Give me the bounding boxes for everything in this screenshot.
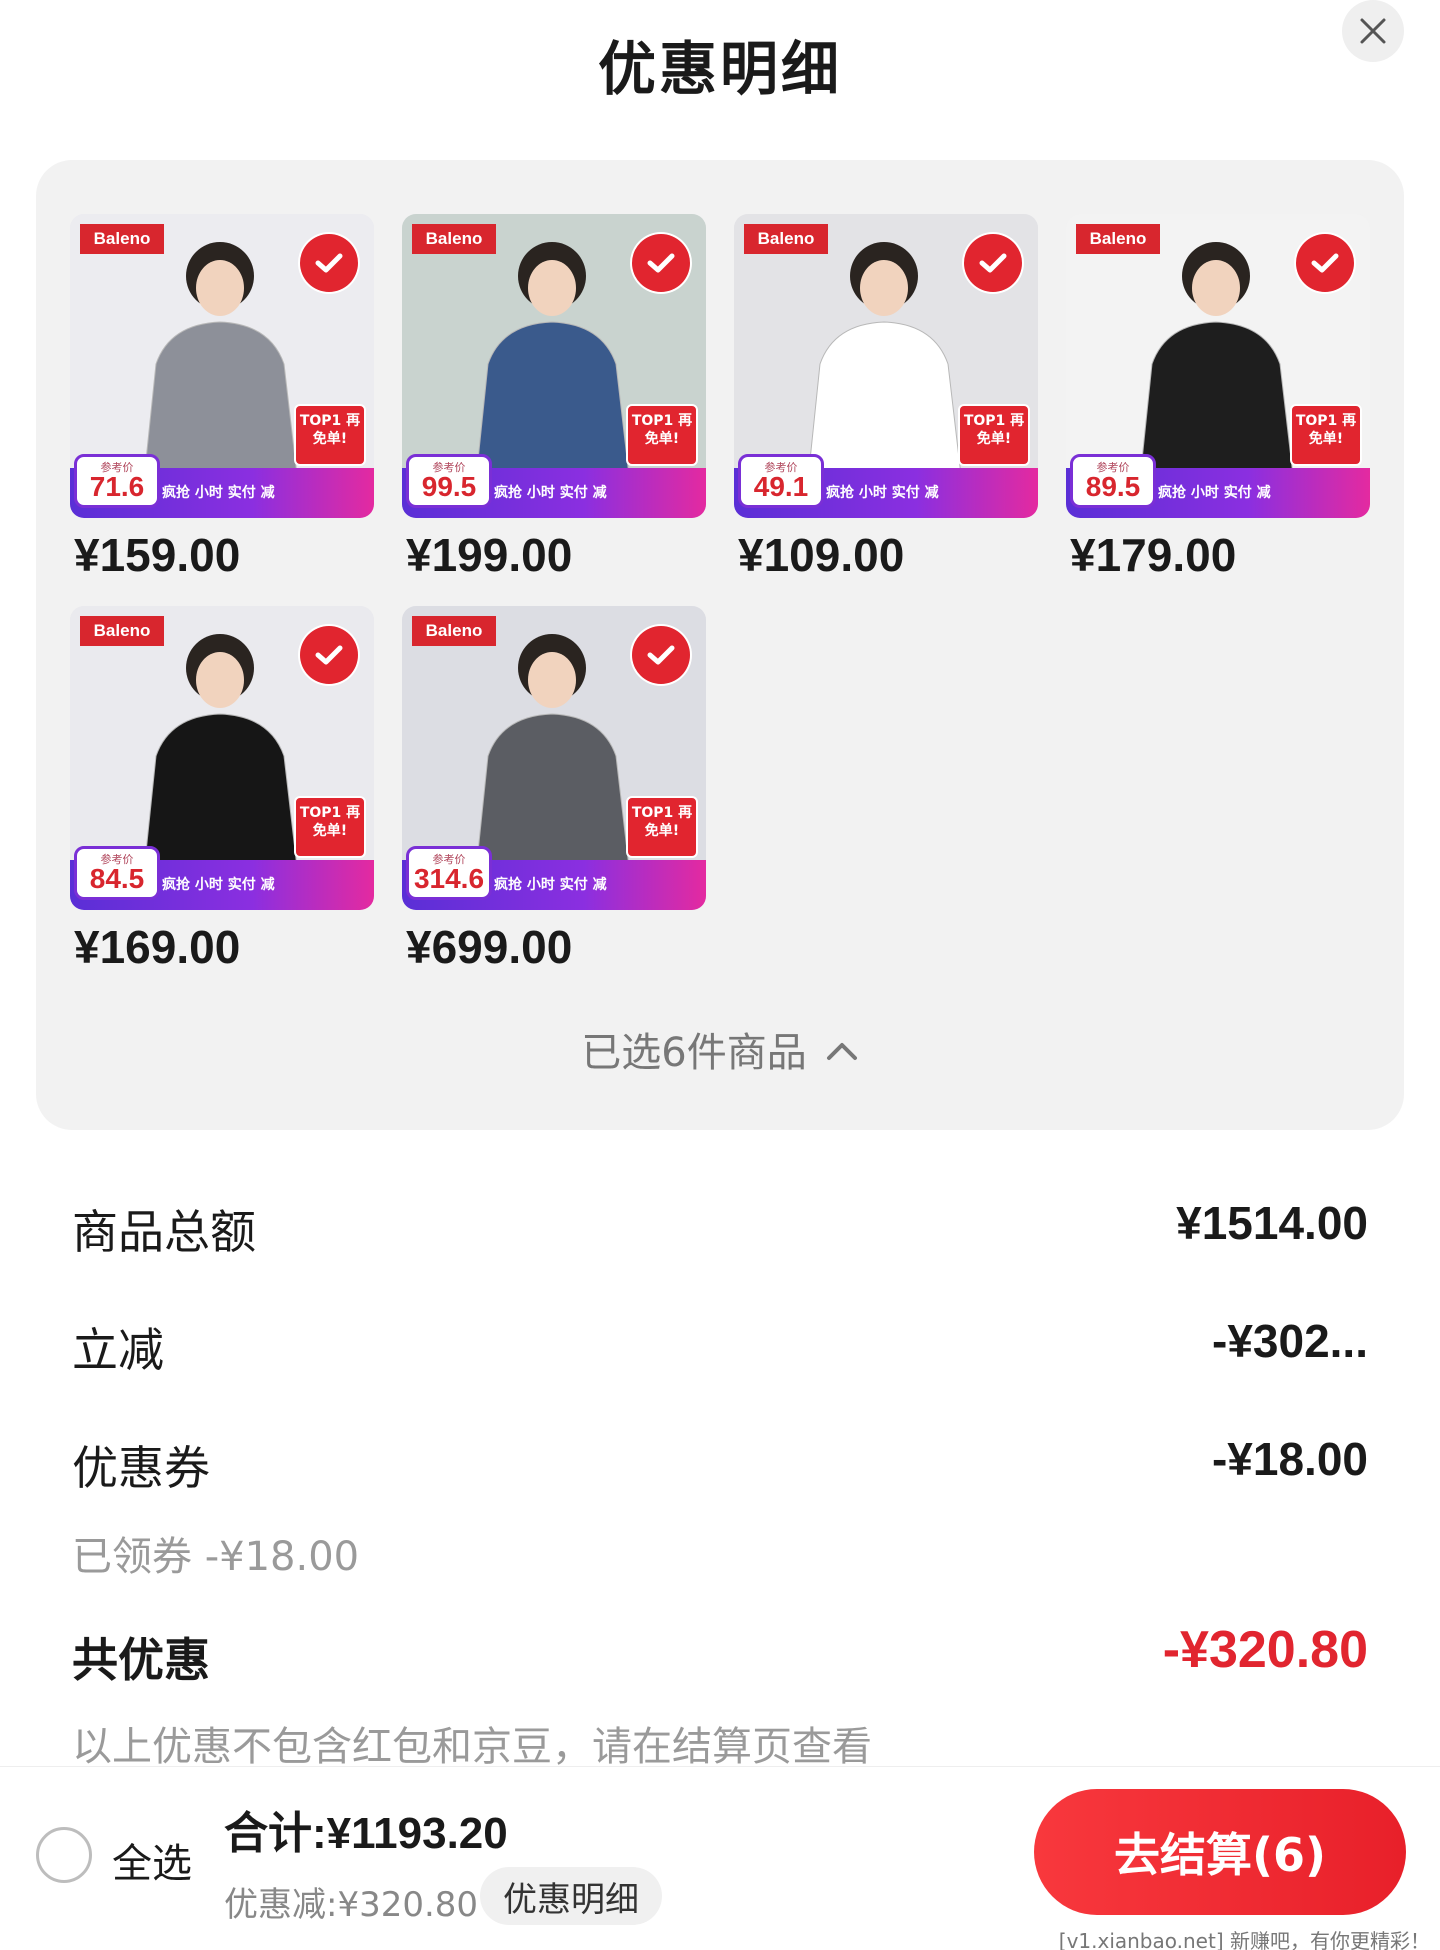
top-badge: TOP1 再免单!	[958, 404, 1030, 466]
product-card[interactable]: Baleno TOP1 再免单! 疯抢 小时 实付 减参考价 84.5 ¥169.00	[70, 606, 374, 976]
reference-price-value: 49.1	[753, 471, 809, 502]
selected-check-icon[interactable]	[632, 626, 690, 684]
goods-total-label: 商品总额	[72, 1205, 256, 1259]
brand-logo: Baleno	[1076, 224, 1160, 254]
select-all-label[interactable]: 全选	[112, 1831, 192, 1889]
coupon-note: 已领券 -¥18.00	[72, 1534, 360, 1580]
product-price: ¥169.00	[74, 921, 241, 973]
product-card[interactable]: Baleno TOP1 再免单! 疯抢 小时 实付 减参考价 49.1 ¥109.00	[734, 214, 1038, 584]
product-card[interactable]: Baleno TOP1 再免单! 疯抢 小时 实付 减参考价 71.6 ¥159.00	[70, 214, 374, 584]
brand-logo: Baleno	[412, 224, 496, 254]
reference-price-value: 89.5	[1085, 471, 1141, 502]
checkout-button[interactable]: 去结算(6)	[1034, 1789, 1406, 1915]
selected-count-toggle[interactable]: 已选6件商品	[36, 1020, 1404, 1078]
reference-price-value: 84.5	[89, 863, 145, 894]
brand-logo: Baleno	[80, 616, 164, 646]
selected-check-icon[interactable]	[1296, 234, 1354, 292]
product-card[interactable]: Baleno TOP1 再免单! 疯抢 小时 实付 减参考价 89.5 ¥179.00	[1066, 214, 1370, 584]
total-discount-label: 共优惠	[72, 1633, 210, 1687]
checkout-bar: 全选 合计:¥1193.20 优惠减:¥320.80 优惠明细 去结算(6) […	[0, 1766, 1440, 1950]
reference-price-value: 71.6	[89, 471, 145, 502]
top-badge: TOP1 再免单!	[294, 404, 366, 466]
coupon-label: 优惠券	[72, 1441, 210, 1495]
select-all-radio[interactable]	[36, 1827, 92, 1883]
product-price: ¥179.00	[1070, 529, 1237, 581]
goods-total-value: ¥1514.00	[1176, 1197, 1368, 1249]
reference-price: 参考价 314.6	[406, 846, 492, 900]
product-price: ¥699.00	[406, 921, 573, 973]
selected-check-icon[interactable]	[300, 626, 358, 684]
brand-logo: Baleno	[412, 616, 496, 646]
brand-logo: Baleno	[80, 224, 164, 254]
promo-text: 疯抢 小时 实付 减	[494, 485, 607, 501]
reference-price-value: 99.5	[421, 471, 477, 502]
reference-price-value: 314.6	[413, 863, 485, 894]
promo-text: 疯抢 小时 实付 减	[494, 877, 607, 893]
promo-text: 疯抢 小时 实付 减	[1158, 485, 1271, 501]
page-title: 优惠明细	[597, 35, 842, 103]
chevron-up-icon	[826, 1043, 857, 1060]
product-price: ¥159.00	[74, 529, 241, 581]
product-image[interactable]: Baleno TOP1 再免单! 疯抢 小时 实付 减参考价 314.6	[402, 606, 706, 910]
top-badge: TOP1 再免单!	[626, 404, 698, 466]
product-image[interactable]: Baleno TOP1 再免单! 疯抢 小时 实付 减参考价 49.1	[734, 214, 1038, 518]
promo-text: 疯抢 小时 实付 减	[162, 485, 275, 501]
selected-check-icon[interactable]	[300, 234, 358, 292]
selected-check-icon[interactable]	[632, 234, 690, 292]
watermark: [v1.xianbao.net] 新赚吧，有你更精彩！	[1058, 1929, 1430, 1950]
header: 优惠明细	[0, 0, 1440, 130]
reference-price: 参考价 89.5	[1070, 454, 1156, 508]
discount-disclaimer: 以上优惠不包含红包和京豆，请在结算页查看	[72, 1724, 872, 1770]
reference-price: 参考价 49.1	[738, 454, 824, 508]
product-card[interactable]: Baleno TOP1 再免单! 疯抢 小时 实付 减参考价 99.5 ¥199.00	[402, 214, 706, 584]
top-badge: TOP1 再免单!	[626, 796, 698, 858]
top-badge: TOP1 再免单!	[294, 796, 366, 858]
brand-logo: Baleno	[744, 224, 828, 254]
total-discount-value: -¥320.80	[1162, 1621, 1368, 1679]
coupon-value: -¥18.00	[1211, 1433, 1368, 1485]
discount-detail-button[interactable]: 优惠明细	[480, 1867, 662, 1925]
close-button[interactable]	[1342, 0, 1404, 62]
product-card[interactable]: Baleno TOP1 再免单! 疯抢 小时 实付 减参考价 314.6 ¥699.00	[402, 606, 706, 976]
product-image[interactable]: Baleno TOP1 再免单! 疯抢 小时 实付 减参考价 99.5	[402, 214, 706, 518]
promo-text: 疯抢 小时 实付 减	[162, 877, 275, 893]
reference-price: 参考价 99.5	[406, 454, 492, 508]
product-image[interactable]: Baleno TOP1 再免单! 疯抢 小时 实付 减参考价 84.5	[70, 606, 374, 910]
selected-products-panel: Baleno TOP1 再免单! 疯抢 小时 实付 减参考价 71.6 ¥159.00 B…	[36, 160, 1404, 1130]
reference-price: 参考价 71.6	[74, 454, 160, 508]
close-icon	[1360, 18, 1386, 44]
cart-discount: 优惠减:¥320.80	[224, 1885, 479, 1925]
reference-price: 参考价 84.5	[74, 846, 160, 900]
top-badge: TOP1 再免单!	[1290, 404, 1362, 466]
product-image[interactable]: Baleno TOP1 再免单! 疯抢 小时 实付 减参考价 89.5	[1066, 214, 1370, 518]
cart-total: 合计:¥1193.20	[224, 1809, 508, 1858]
instant-discount-label: 立减	[72, 1323, 164, 1377]
product-price: ¥109.00	[738, 529, 905, 581]
product-image[interactable]: Baleno TOP1 再免单! 疯抢 小时 实付 减参考价 71.6	[70, 214, 374, 518]
product-price: ¥199.00	[406, 529, 573, 581]
selected-check-icon[interactable]	[964, 234, 1022, 292]
instant-discount-value: -¥302...	[1212, 1315, 1368, 1367]
selected-count-label: 已选6件商品	[581, 1030, 807, 1076]
promo-text: 疯抢 小时 实付 减	[826, 485, 939, 501]
